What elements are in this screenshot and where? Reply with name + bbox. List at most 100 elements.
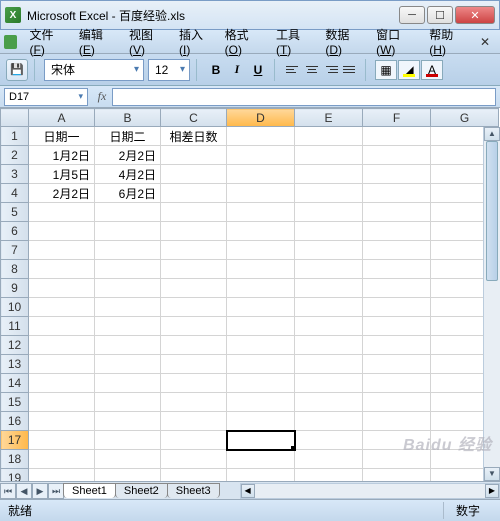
row-header-14[interactable]: 14	[1, 374, 29, 393]
cell-B10[interactable]	[95, 298, 161, 317]
scroll-up-button[interactable]: ▲	[484, 127, 500, 141]
cell-D19[interactable]	[227, 469, 295, 482]
col-header-G[interactable]: G	[431, 109, 499, 127]
cell-A3[interactable]: 1月5日	[29, 165, 95, 184]
cell-F18[interactable]	[363, 450, 431, 469]
cell-D10[interactable]	[227, 298, 295, 317]
cell-E14[interactable]	[295, 374, 363, 393]
cell-C3[interactable]	[161, 165, 227, 184]
cell-C18[interactable]	[161, 450, 227, 469]
underline-button[interactable]: U	[248, 60, 268, 80]
cell-E13[interactable]	[295, 355, 363, 374]
menu-视图v[interactable]: 视图(V)	[123, 24, 173, 59]
cell-F19[interactable]	[363, 469, 431, 482]
cell-B6[interactable]	[95, 222, 161, 241]
save-button[interactable]: 💾	[6, 59, 28, 81]
cell-E4[interactable]	[295, 184, 363, 203]
tab-nav-next[interactable]: ▶	[32, 483, 48, 499]
menu-数据d[interactable]: 数据(D)	[319, 24, 370, 59]
row-header-12[interactable]: 12	[1, 336, 29, 355]
row-header-18[interactable]: 18	[1, 450, 29, 469]
cell-D12[interactable]	[227, 336, 295, 355]
row-header-16[interactable]: 16	[1, 412, 29, 431]
sheet-tab-sheet2[interactable]: Sheet2	[115, 483, 168, 498]
cell-F6[interactable]	[363, 222, 431, 241]
cell-F7[interactable]	[363, 241, 431, 260]
cell-E15[interactable]	[295, 393, 363, 412]
cell-F14[interactable]	[363, 374, 431, 393]
hscroll-left[interactable]: ◀	[241, 484, 255, 498]
cell-B19[interactable]	[95, 469, 161, 482]
cell-F12[interactable]	[363, 336, 431, 355]
cell-A16[interactable]	[29, 412, 95, 431]
cell-E3[interactable]	[295, 165, 363, 184]
minimize-button[interactable]: ─	[399, 6, 425, 24]
cell-B13[interactable]	[95, 355, 161, 374]
cell-A1[interactable]: 日期一	[29, 127, 95, 146]
cell-D15[interactable]	[227, 393, 295, 412]
cell-A10[interactable]	[29, 298, 95, 317]
cell-D2[interactable]	[227, 146, 295, 165]
cell-C2[interactable]	[161, 146, 227, 165]
tab-nav-prev[interactable]: ◀	[16, 483, 32, 499]
cell-A6[interactable]	[29, 222, 95, 241]
close-button[interactable]: ✕	[455, 6, 495, 24]
cell-E5[interactable]	[295, 203, 363, 222]
cell-D14[interactable]	[227, 374, 295, 393]
italic-button[interactable]: I	[227, 60, 247, 80]
cell-C14[interactable]	[161, 374, 227, 393]
align-center-button[interactable]	[303, 61, 321, 79]
row-header-11[interactable]: 11	[1, 317, 29, 336]
cell-D4[interactable]	[227, 184, 295, 203]
cell-A15[interactable]	[29, 393, 95, 412]
cell-C19[interactable]	[161, 469, 227, 482]
cell-D7[interactable]	[227, 241, 295, 260]
cell-F5[interactable]	[363, 203, 431, 222]
cell-F2[interactable]	[363, 146, 431, 165]
row-header-8[interactable]: 8	[1, 260, 29, 279]
name-box[interactable]: D17	[4, 88, 88, 106]
cell-A19[interactable]	[29, 469, 95, 482]
row-header-7[interactable]: 7	[1, 241, 29, 260]
cell-D8[interactable]	[227, 260, 295, 279]
cell-B4[interactable]: 6月2日	[95, 184, 161, 203]
font-color-button[interactable]: A	[421, 60, 443, 80]
cell-F16[interactable]	[363, 412, 431, 431]
scroll-thumb[interactable]	[486, 141, 498, 281]
cell-B14[interactable]	[95, 374, 161, 393]
align-left-button[interactable]	[284, 61, 302, 79]
row-header-19[interactable]: 19	[1, 469, 29, 482]
row-header-3[interactable]: 3	[1, 165, 29, 184]
cell-D18[interactable]	[227, 450, 295, 469]
cell-E12[interactable]	[295, 336, 363, 355]
cell-B5[interactable]	[95, 203, 161, 222]
cell-C9[interactable]	[161, 279, 227, 298]
cell-B15[interactable]	[95, 393, 161, 412]
cell-C13[interactable]	[161, 355, 227, 374]
cell-A9[interactable]	[29, 279, 95, 298]
cell-B18[interactable]	[95, 450, 161, 469]
row-header-5[interactable]: 5	[1, 203, 29, 222]
row-header-6[interactable]: 6	[1, 222, 29, 241]
cell-E9[interactable]	[295, 279, 363, 298]
col-header-D[interactable]: D	[227, 109, 295, 127]
sheet-tab-sheet1[interactable]: Sheet1	[63, 483, 116, 498]
merge-center-button[interactable]	[341, 61, 359, 79]
cell-C5[interactable]	[161, 203, 227, 222]
cell-E17[interactable]	[295, 431, 363, 450]
font-name-select[interactable]: 宋体	[44, 59, 144, 81]
cell-A18[interactable]	[29, 450, 95, 469]
cell-B17[interactable]	[95, 431, 161, 450]
cell-E1[interactable]	[295, 127, 363, 146]
tab-nav-last[interactable]: ⏭	[48, 483, 64, 499]
menu-帮助h[interactable]: 帮助(H)	[423, 24, 474, 59]
cell-E2[interactable]	[295, 146, 363, 165]
row-header-10[interactable]: 10	[1, 298, 29, 317]
horizontal-scrollbar[interactable]: ◀ ▶	[240, 483, 500, 499]
cell-C10[interactable]	[161, 298, 227, 317]
cell-F1[interactable]	[363, 127, 431, 146]
bold-button[interactable]: B	[206, 60, 226, 80]
cell-A13[interactable]	[29, 355, 95, 374]
border-button[interactable]: ▦	[375, 60, 397, 80]
cell-C4[interactable]	[161, 184, 227, 203]
